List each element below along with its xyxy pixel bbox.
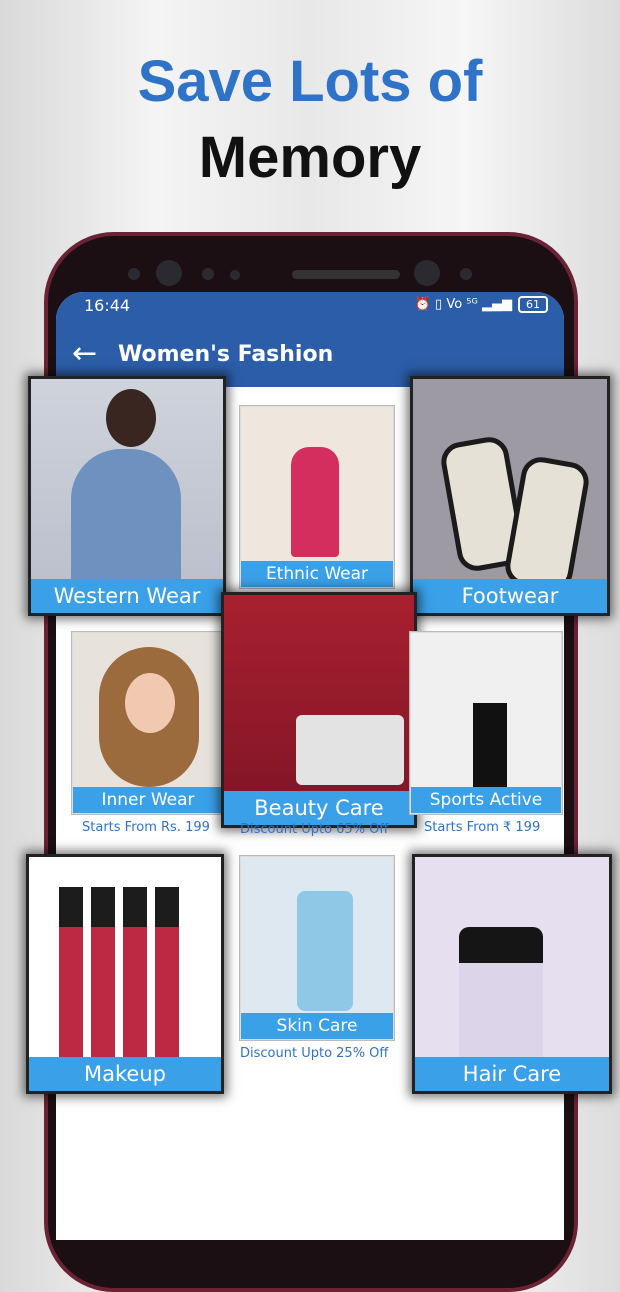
category-label: Beauty Care — [224, 791, 414, 825]
category-card-ethnic-wear[interactable]: Ethnic Wear — [240, 406, 394, 588]
sensor-dot — [128, 268, 140, 280]
category-label: Western Wear — [31, 579, 223, 613]
footwear-image — [413, 379, 607, 613]
back-arrow-icon[interactable]: ← — [72, 336, 97, 371]
category-label: Skin Care — [241, 1013, 393, 1039]
category-card-skin-care[interactable]: Skin Care — [240, 856, 394, 1040]
category-label: Hair Care — [415, 1057, 609, 1091]
status-time: 16:44 — [84, 296, 131, 315]
sensor-dot — [460, 268, 472, 280]
app-bar: 16:44 ⏰ ▯ Vo ⁵ᴳ ▂▄▆ 61 ← Women's Fashion — [56, 292, 564, 387]
skin-care-image — [241, 857, 393, 1039]
category-card-western-wear[interactable]: Western Wear — [28, 376, 226, 616]
category-card-makeup[interactable]: Makeup — [26, 854, 224, 1094]
battery-icon: 61 — [518, 296, 548, 313]
ethnic-wear-image — [241, 407, 393, 587]
sensor-dot — [202, 268, 214, 280]
earpiece-speaker — [292, 270, 400, 279]
category-label: Footwear — [413, 579, 607, 613]
inner-wear-image — [73, 633, 223, 813]
category-subtitle: Discount Upto 25% Off — [240, 1046, 389, 1061]
sensor-dot — [230, 270, 240, 280]
category-label: Inner Wear — [73, 787, 223, 813]
category-card-inner-wear[interactable]: Inner Wear — [72, 632, 224, 814]
headline-line2: Memory — [198, 125, 422, 190]
hair-care-image — [415, 857, 609, 1091]
status-icons: ⏰ ▯ Vo ⁵ᴳ ▂▄▆ 61 — [415, 296, 548, 313]
category-subtitle: Starts From ₹ 199 — [424, 820, 541, 835]
status-indicators: ⏰ ▯ Vo ⁵ᴳ ▂▄▆ — [414, 297, 512, 312]
sports-active-image — [411, 633, 561, 813]
category-card-hair-care[interactable]: Hair Care — [412, 854, 612, 1094]
category-card-footwear[interactable]: Footwear — [410, 376, 610, 616]
category-label: Sports Active — [411, 787, 561, 813]
category-card-sports-active[interactable]: Sports Active — [410, 632, 562, 814]
category-subtitle: Starts From Rs. 199 — [82, 820, 210, 835]
front-camera — [156, 260, 182, 286]
category-label: Makeup — [29, 1057, 221, 1091]
makeup-image — [29, 857, 221, 1091]
headline-line1: Save Lots of — [137, 49, 483, 114]
page-title: Women's Fashion — [118, 342, 334, 367]
category-subtitle: Discount Upto 65% Off — [240, 822, 389, 837]
category-label: Ethnic Wear — [241, 561, 393, 587]
camera-lens — [414, 260, 440, 286]
category-card-beauty-care[interactable]: Beauty Care — [221, 592, 417, 828]
western-wear-image — [31, 379, 223, 613]
